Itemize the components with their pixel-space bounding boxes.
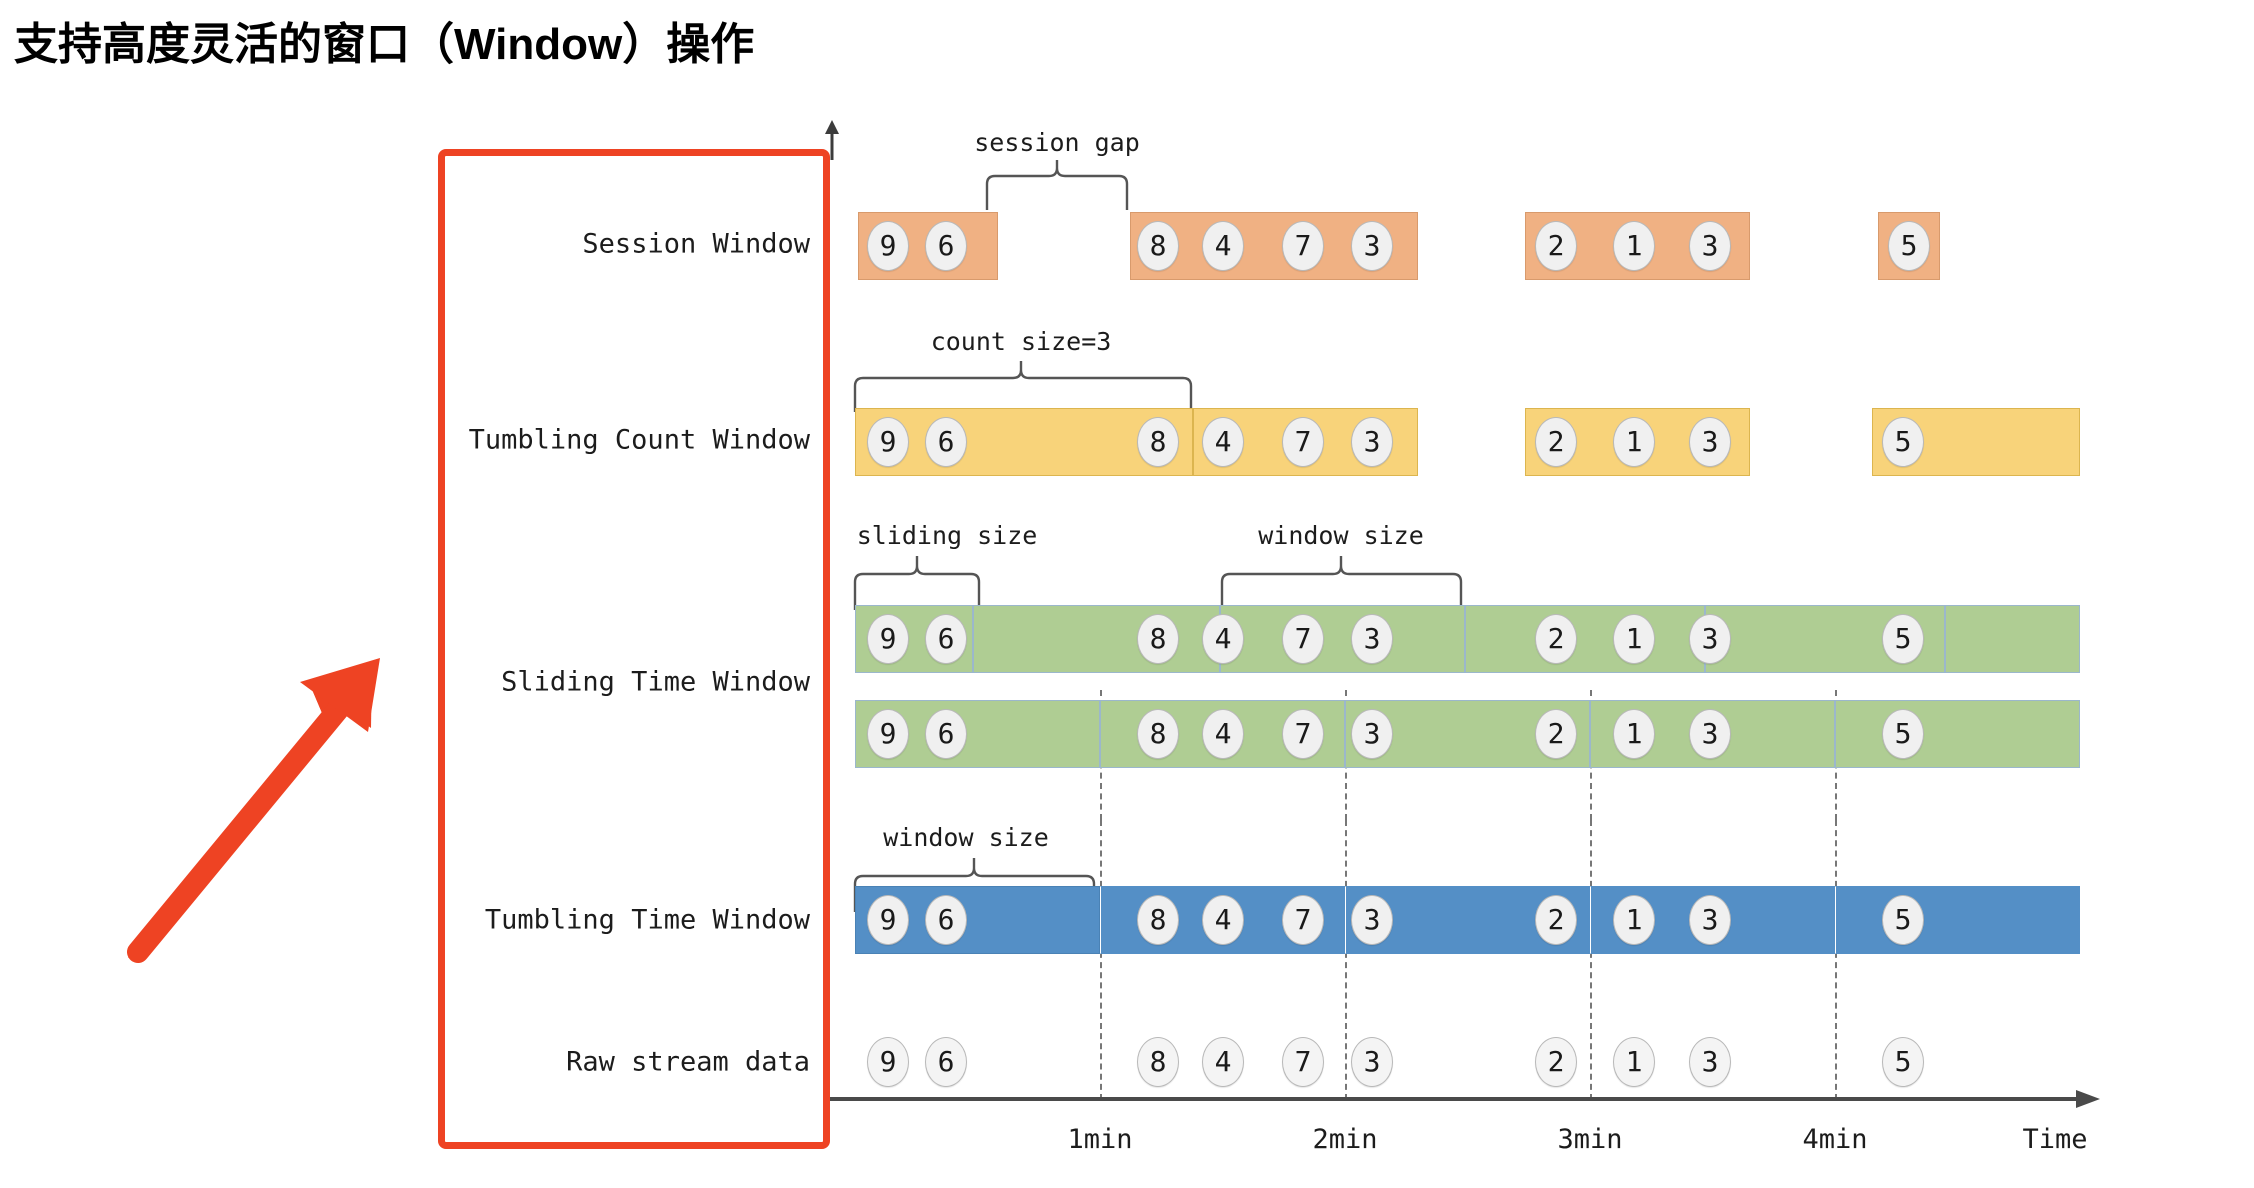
token-8: 8 bbox=[1137, 895, 1179, 945]
token-7: 7 bbox=[1282, 709, 1324, 759]
token-5: 5 bbox=[1882, 417, 1924, 467]
token-9: 9 bbox=[867, 614, 909, 664]
token-3: 3 bbox=[1689, 1037, 1731, 1087]
token-5: 5 bbox=[1888, 221, 1930, 271]
token-5: 5 bbox=[1882, 895, 1924, 945]
token-9: 9 bbox=[867, 221, 909, 271]
token-7: 7 bbox=[1282, 417, 1324, 467]
x-axis-label-time: Time bbox=[2022, 1124, 2088, 1155]
token-3: 3 bbox=[1689, 221, 1731, 271]
count-size-brace bbox=[853, 361, 1193, 412]
token-7: 7 bbox=[1282, 895, 1324, 945]
token-5: 5 bbox=[1882, 614, 1924, 664]
session-gap-brace bbox=[985, 160, 1129, 210]
tumbling-time-window-block bbox=[1835, 886, 2080, 954]
annotation-arrow-icon bbox=[127, 658, 380, 963]
sliding-time-window-block bbox=[1465, 605, 1705, 673]
token-8: 8 bbox=[1137, 1037, 1179, 1087]
minute-gridline-1min bbox=[1100, 820, 1102, 1100]
x-tick-3min: 3min bbox=[1557, 1124, 1623, 1155]
token-4: 4 bbox=[1202, 709, 1244, 759]
token-2: 2 bbox=[1535, 221, 1577, 271]
token-3: 3 bbox=[1351, 1037, 1393, 1087]
token-2: 2 bbox=[1535, 1037, 1577, 1087]
token-3: 3 bbox=[1689, 417, 1731, 467]
token-6: 6 bbox=[925, 895, 967, 945]
token-4: 4 bbox=[1202, 417, 1244, 467]
sliding-time-window-block bbox=[973, 605, 1220, 673]
token-8: 8 bbox=[1137, 221, 1179, 271]
token-7: 7 bbox=[1282, 1037, 1324, 1087]
window-types-diagram: Session Window session gap 9 6 8 4 7 3 2… bbox=[0, 0, 2254, 1188]
x-axis-line bbox=[830, 1090, 2100, 1108]
x-tick-4min: 4min bbox=[1802, 1124, 1868, 1155]
token-1: 1 bbox=[1613, 417, 1655, 467]
token-7: 7 bbox=[1282, 221, 1324, 271]
token-3: 3 bbox=[1689, 709, 1731, 759]
token-7: 7 bbox=[1282, 614, 1324, 664]
token-8: 8 bbox=[1137, 417, 1179, 467]
token-4: 4 bbox=[1202, 1037, 1244, 1087]
token-6: 6 bbox=[925, 709, 967, 759]
sliding-window-size-brace bbox=[1220, 556, 1463, 610]
token-9: 9 bbox=[867, 709, 909, 759]
token-3: 3 bbox=[1689, 895, 1731, 945]
token-2: 2 bbox=[1535, 895, 1577, 945]
token-8: 8 bbox=[1137, 709, 1179, 759]
token-3: 3 bbox=[1351, 417, 1393, 467]
token-5: 5 bbox=[1882, 1037, 1924, 1087]
token-4: 4 bbox=[1202, 221, 1244, 271]
sliding-time-window-block bbox=[1945, 605, 2080, 673]
token-4: 4 bbox=[1202, 895, 1244, 945]
x-tick-1min: 1min bbox=[1067, 1124, 1133, 1155]
token-1: 1 bbox=[1613, 709, 1655, 759]
token-6: 6 bbox=[925, 417, 967, 467]
x-tick-2min: 2min bbox=[1312, 1124, 1378, 1155]
sliding-time-window-block bbox=[1220, 605, 1465, 673]
token-3: 3 bbox=[1351, 895, 1393, 945]
token-5: 5 bbox=[1882, 709, 1924, 759]
minute-gridline-2min bbox=[1345, 820, 1347, 1100]
token-9: 9 bbox=[867, 1037, 909, 1087]
brace-label-session-gap: session gap bbox=[974, 128, 1140, 157]
brace-label-window-size-sliding: window size bbox=[1258, 521, 1424, 550]
token-8: 8 bbox=[1137, 614, 1179, 664]
annotation-highlight-box bbox=[438, 149, 830, 1149]
token-2: 2 bbox=[1535, 709, 1577, 759]
brace-label-window-size-tumbling: window size bbox=[883, 823, 1049, 852]
token-3: 3 bbox=[1351, 709, 1393, 759]
token-9: 9 bbox=[867, 417, 909, 467]
token-1: 1 bbox=[1613, 1037, 1655, 1087]
token-6: 6 bbox=[925, 614, 967, 664]
token-3: 3 bbox=[1351, 221, 1393, 271]
token-1: 1 bbox=[1613, 895, 1655, 945]
token-4: 4 bbox=[1202, 614, 1244, 664]
brace-label-count-size: count size=3 bbox=[930, 327, 1112, 356]
minute-gridline-4min bbox=[1835, 820, 1837, 1100]
token-1: 1 bbox=[1613, 614, 1655, 664]
sliding-size-brace bbox=[853, 556, 981, 610]
sliding-time-window-block bbox=[1835, 700, 2080, 768]
token-2: 2 bbox=[1535, 417, 1577, 467]
brace-label-sliding-size: sliding size bbox=[856, 521, 1038, 550]
token-9: 9 bbox=[867, 895, 909, 945]
token-3: 3 bbox=[1689, 614, 1731, 664]
token-6: 6 bbox=[925, 1037, 967, 1087]
token-2: 2 bbox=[1535, 614, 1577, 664]
token-1: 1 bbox=[1613, 221, 1655, 271]
token-6: 6 bbox=[925, 221, 967, 271]
minute-gridline-3min bbox=[1590, 820, 1592, 1100]
token-3: 3 bbox=[1351, 614, 1393, 664]
